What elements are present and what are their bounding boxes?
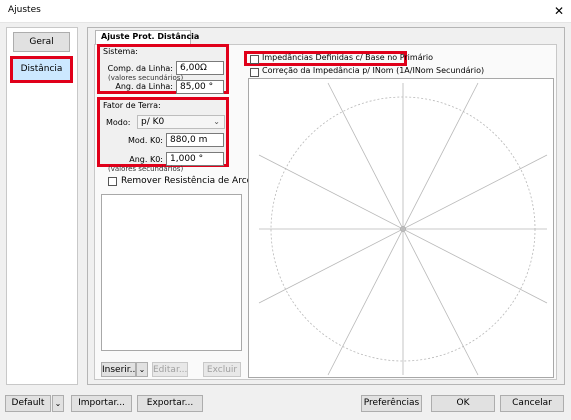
sistema-legend: Sistema: [103,47,138,56]
comp-linha-label: Comp. da Linha: [107,64,173,73]
chevron-down-icon: ⌄ [213,117,220,126]
tab-label: Ajuste Prot. Distância [101,32,200,41]
remover-arco-label: Remover Resistência de Arco [121,176,253,186]
modo-label: Modo: [106,118,131,127]
ok-button[interactable]: OK [431,395,495,412]
ang-k0-label: Ang. K0: [129,155,163,164]
default-dropdown-button[interactable]: ⌄ [52,395,64,412]
default-button[interactable]: Default [5,395,51,412]
sidebar-item-geral[interactable]: Geral [13,32,70,52]
comp-linha-field[interactable]: 6,00Ω [176,61,224,75]
correcao-checkbox[interactable] [250,68,259,77]
mod-k0-label: Mod. K0: [128,136,163,145]
primario-label: Impedâncias Definidas c/ Base no Primári… [262,53,434,62]
importar-button[interactable]: Importar... [71,395,132,412]
fator-terra-note: (valores secundários) [108,165,184,173]
ang-linha-field[interactable]: 85,00 ° [176,80,224,94]
fator-terra-legend: Fator de Terra: [103,101,161,110]
cancelar-button[interactable]: Cancelar [500,395,564,412]
excluir-button[interactable]: Excluir [203,362,241,377]
chevron-down-icon: ⌄ [54,399,62,408]
ang-k0-field[interactable]: 1,000 ° [166,152,224,166]
zones-list[interactable] [101,194,242,351]
impedance-plot-svg [258,82,548,376]
inserir-button[interactable]: Inserir... [101,362,138,377]
close-icon[interactable]: ✕ [550,3,568,19]
window-title: Ajustes [8,5,41,15]
editar-button[interactable]: Editar... [152,362,188,377]
preferencias-button[interactable]: Preferências [361,395,422,412]
sistema-note: (valores secundários) [108,74,184,82]
remover-arco-checkbox[interactable] [108,177,117,186]
modo-select[interactable]: p/ K0 ⌄ [137,115,225,129]
modo-select-value: p/ K0 [141,117,165,127]
sidebar-item-distancia[interactable]: Distância [10,56,73,83]
ang-linha-label: Ang. da Linha: [115,82,173,91]
correcao-label: Correção da Impedância p/ INom (1A/INom … [262,66,485,75]
impedance-plot-grid [258,82,548,376]
chevron-down-icon: ⌄ [138,365,146,374]
inserir-dropdown-button[interactable]: ⌄ [136,362,148,377]
mod-k0-field[interactable]: 880,0 m [166,133,224,147]
primario-checkbox[interactable] [250,55,259,64]
exportar-button[interactable]: Exportar... [137,395,203,412]
title-bar [0,0,571,23]
impedance-plot[interactable] [248,78,554,378]
